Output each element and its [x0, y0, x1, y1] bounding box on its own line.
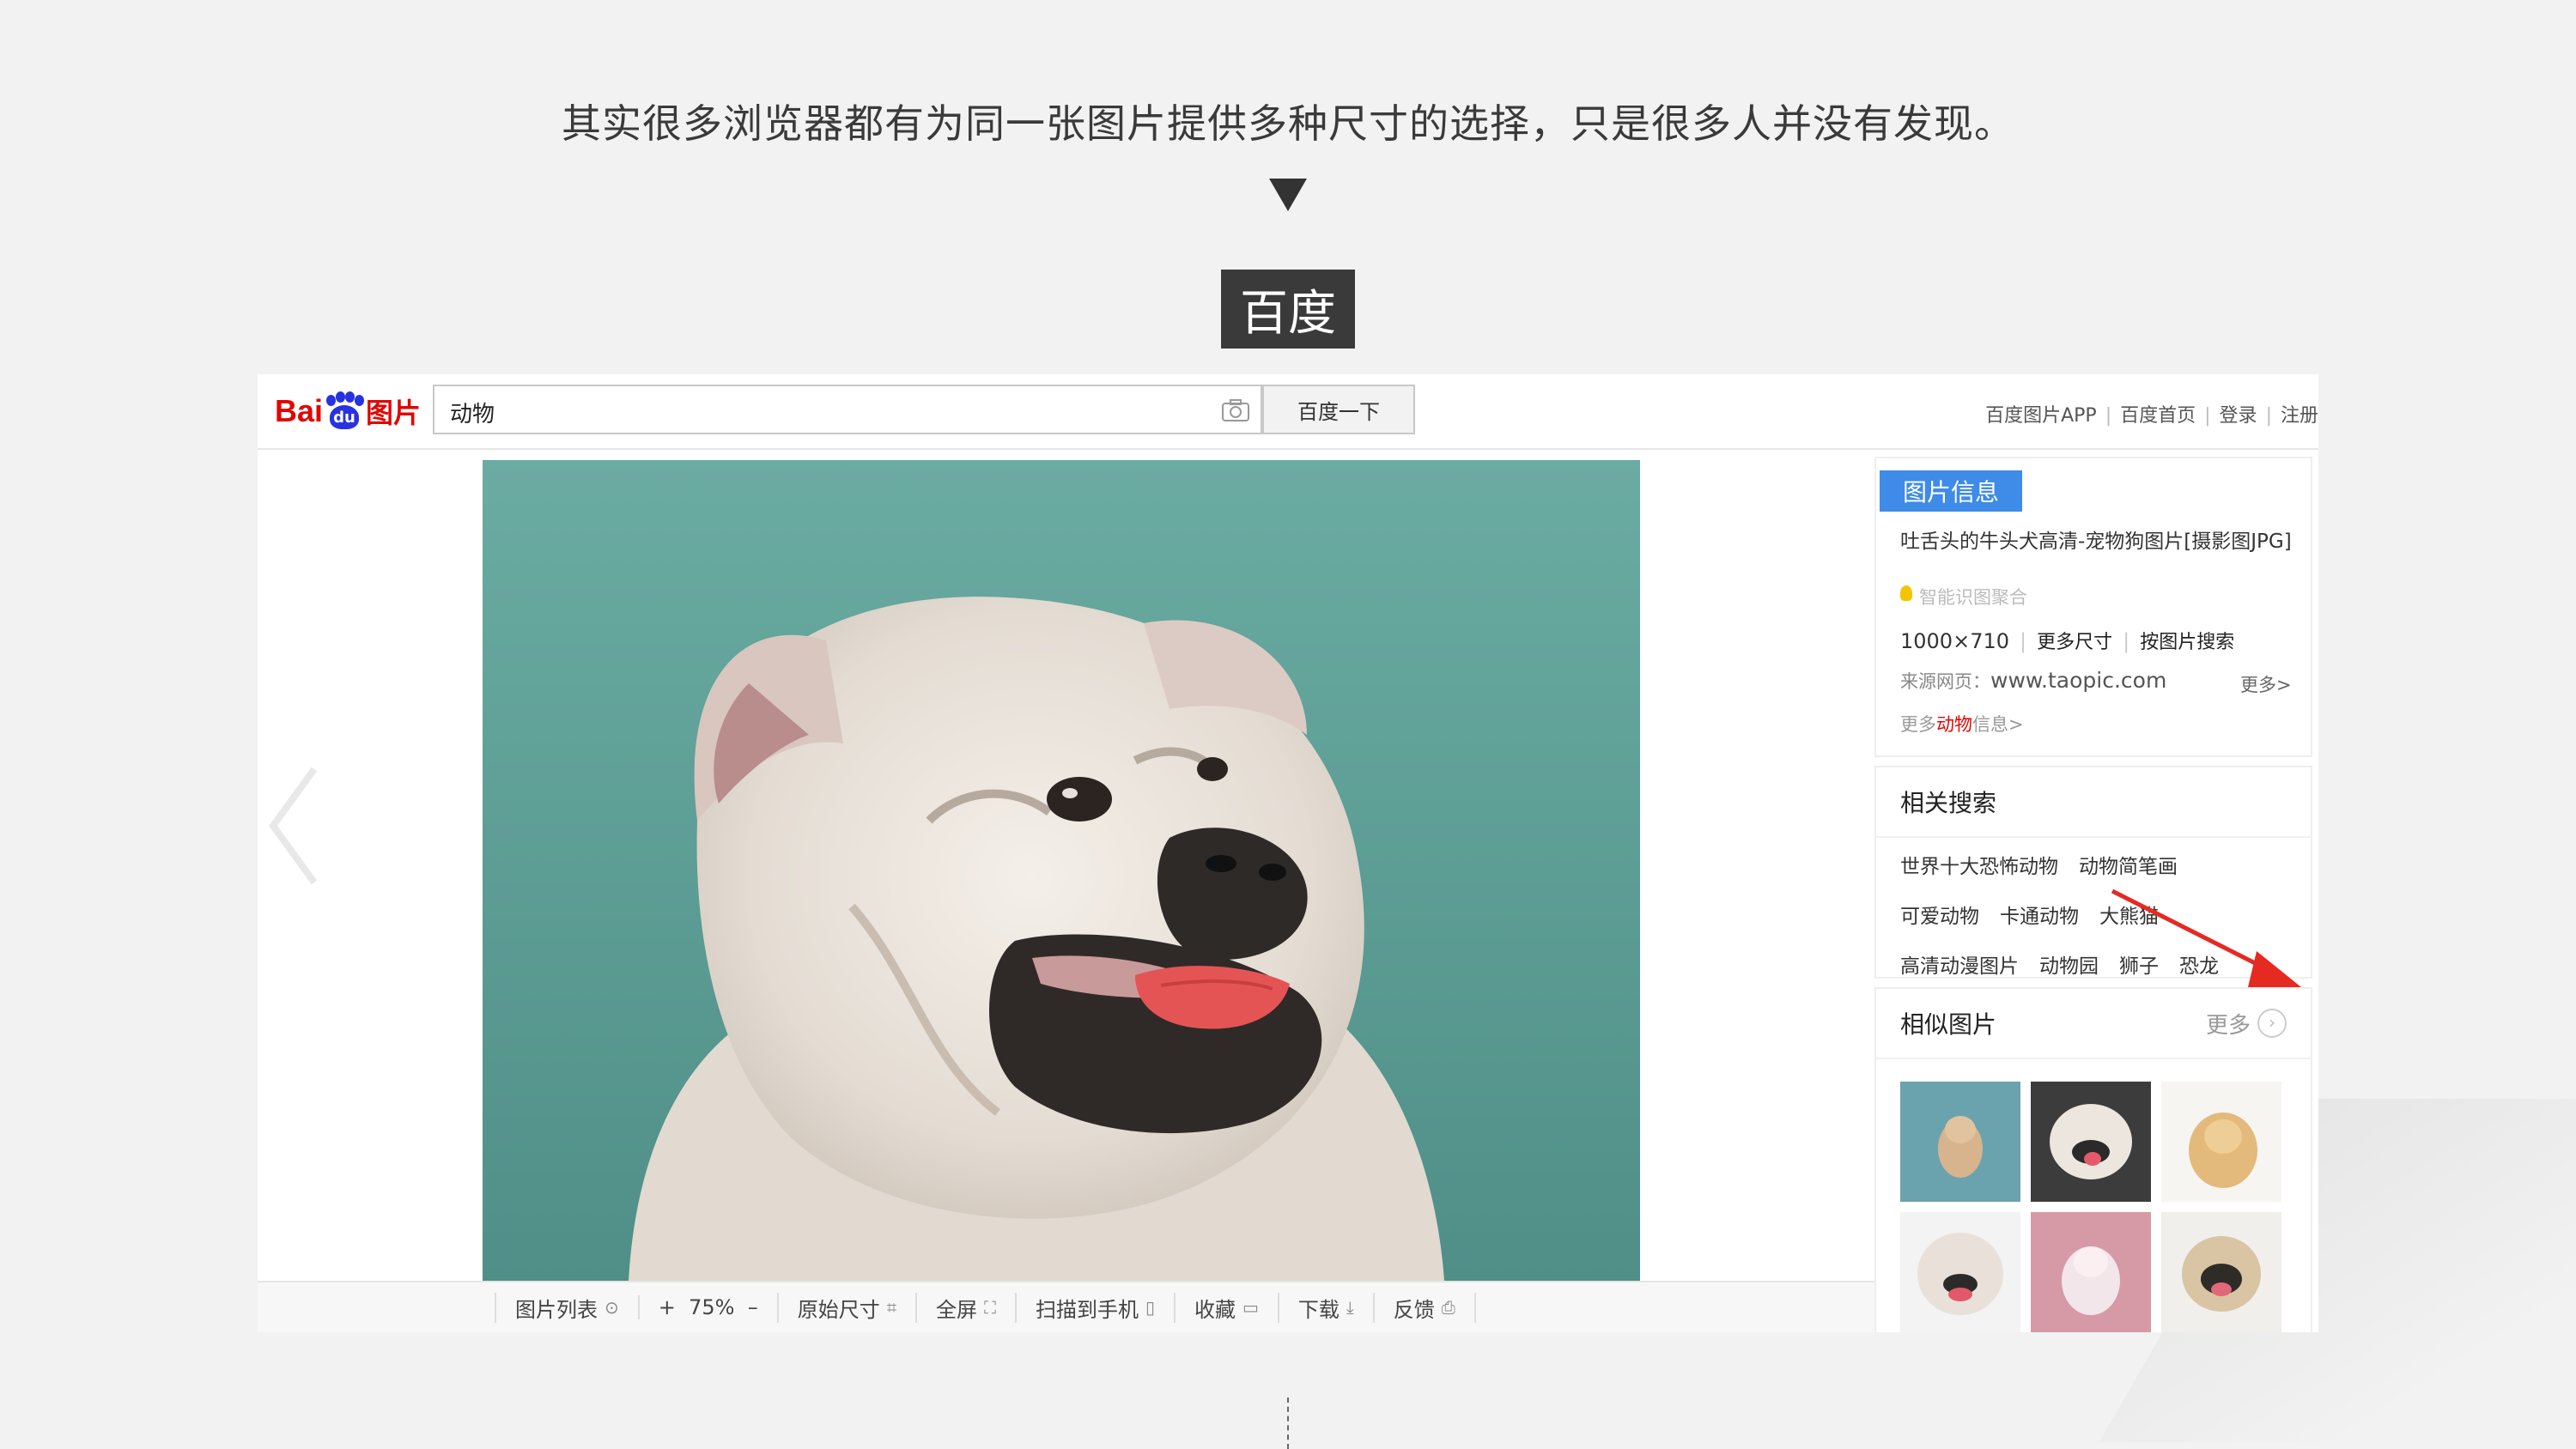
image-info-card: 图片信息 吐舌头的牛头犬高清-宠物狗图片[摄影图JPG] 智能识图聚合 1000… — [1874, 457, 2312, 757]
phone-icon: ▯ — [1145, 1297, 1156, 1318]
toolbar-fullscreen-label: 全屏 — [936, 1297, 977, 1322]
ai-aggregate-text: 智能识图聚合 — [1919, 587, 2027, 608]
similar-thumbnail[interactable] — [1900, 1082, 2020, 1202]
related-item[interactable]: 动物园 — [2039, 955, 2099, 978]
logo-pic-text: 图片 — [366, 397, 422, 429]
image-size: 1000×710 — [1900, 629, 2009, 653]
page-headline: 其实很多浏览器都有为同一张图片提供多种尺寸的选择，只是很多人并没有发现。 — [562, 100, 2014, 147]
similar-thumbnail[interactable] — [2031, 1082, 2151, 1202]
toolbar-scan-to-phone[interactable]: 扫描到手机 ▯ — [1015, 1292, 1174, 1323]
toolbar-original-size-label: 原始尺寸 — [797, 1297, 880, 1322]
bulb-icon — [1900, 585, 1912, 601]
toolbar-image-list[interactable]: 图片列表 ⊙ — [495, 1292, 638, 1323]
toolbar-original-size[interactable]: 原始尺寸 ⌗ — [776, 1292, 915, 1323]
logo-du-text: du — [330, 405, 360, 429]
similar-images-card: 相似图片 更多 › — [1874, 987, 2312, 1332]
site-label: 百度 — [1221, 270, 1355, 349]
similar-thumbnail[interactable] — [2161, 1082, 2281, 1202]
bulldog-photo — [483, 460, 1640, 1281]
toolbar-feedback-label: 反馈 — [1393, 1297, 1435, 1322]
similar-more-label: 更多 — [2205, 1012, 2251, 1039]
link-home[interactable]: 百度首页 — [2120, 405, 2196, 427]
toolbar-feedback[interactable]: 反馈 ⎙ — [1372, 1292, 1476, 1323]
related-title: 相关搜索 — [1876, 767, 2311, 838]
more-info-suffix: 信息> — [1972, 714, 2024, 735]
toolbar-favorite-label: 收藏 — [1194, 1297, 1236, 1322]
similar-thumbnails — [1876, 1059, 2311, 1332]
related-item[interactable]: 可爱动物 — [1900, 906, 1979, 928]
related-item[interactable]: 高清动漫图片 — [1900, 955, 2019, 978]
toolbar-favorite[interactable]: 收藏 ▭ — [1174, 1292, 1278, 1323]
camera-icon[interactable] — [1221, 398, 1250, 422]
paw-icon: du — [325, 391, 365, 431]
red-pointer-arrow-icon — [2111, 889, 2301, 987]
fullscreen-icon: ⛶ — [984, 1297, 996, 1318]
more-sizes-link[interactable]: 更多尺寸 — [2037, 632, 2112, 653]
toolbar-scan-label: 扫描到手机 — [1036, 1297, 1139, 1322]
more-info-link[interactable]: 更多动物信息> — [1900, 711, 2024, 737]
related-item[interactable]: 卡通动物 — [2000, 906, 2079, 928]
similar-thumbnail[interactable] — [2031, 1212, 2151, 1332]
search-query: 动物 — [450, 402, 495, 427]
download-icon: ⤓ — [1346, 1297, 1354, 1318]
search-input[interactable]: 动物 — [433, 385, 1262, 434]
image-viewer: 图片列表 ⊙ + 75% – 原始尺寸 ⌗ 全屏 ⛶ 扫描到手机 ▯ 收藏 ▭ 下载 ⤓ 反… — [258, 457, 2123, 1332]
baidu-image-screenshot: Bai du 图片 动物 百度一下 百度图片APP | 百度首页 | 登录 | 注册 — [258, 374, 2318, 1332]
source-label: 来源网页： — [1900, 671, 1990, 692]
top-links: 百度图片APP | 百度首页 | 登录 | 注册 — [1985, 405, 2318, 427]
toolbar-zoom[interactable]: + 75% – — [637, 1295, 777, 1319]
similar-title: 相似图片 — [1900, 1010, 1997, 1039]
similar-thumbnail[interactable] — [2161, 1212, 2281, 1332]
link-login[interactable]: 登录 — [2220, 405, 2257, 427]
down-arrow-icon — [1269, 179, 1307, 211]
top-bar: Bai du 图片 动物 百度一下 百度图片APP | 百度首页 | 登录 | 注册 — [258, 374, 2318, 450]
image-info-tag: 图片信息 — [1880, 470, 2022, 512]
related-item[interactable]: 世界十大恐怖动物 — [1900, 856, 2058, 878]
image-title[interactable]: 吐舌头的牛头犬高清-宠物狗图片[摄影图JPG] — [1900, 527, 2295, 556]
link-register[interactable]: 注册 — [2281, 405, 2318, 427]
toolbar-download[interactable]: 下载 ⤓ — [1277, 1292, 1373, 1323]
feedback-icon: ⎙ — [1441, 1297, 1455, 1318]
related-row: 世界十大恐怖动物 动物简笔画 — [1900, 850, 2287, 879]
dashed-divider — [1287, 1397, 1289, 1449]
folder-icon: ▭ — [1242, 1297, 1259, 1318]
search-by-image-link[interactable]: 按图片搜索 — [2140, 632, 2234, 653]
toolbar-zoom-label: + 75% – — [658, 1295, 758, 1319]
similar-thumbnail[interactable] — [1900, 1212, 2020, 1332]
up-circle-icon: ⊙ — [605, 1297, 619, 1318]
baidu-image-logo[interactable]: Bai du 图片 — [275, 386, 421, 436]
source-more-link[interactable]: 更多> — [2240, 671, 2292, 697]
chevron-right-icon: › — [2257, 1009, 2287, 1038]
toolbar-image-list-label: 图片列表 — [515, 1297, 598, 1322]
link-app[interactable]: 百度图片APP — [1985, 405, 2097, 427]
source-row: 来源网页：www.taopic.com — [1900, 668, 2166, 694]
search-button[interactable]: 百度一下 — [1262, 385, 1415, 434]
source-url[interactable]: www.taopic.com — [1990, 668, 2166, 693]
resize-icon: ⌗ — [886, 1297, 896, 1318]
logo-bai-text: Bai — [275, 393, 324, 428]
more-info-keyword: 动物 — [1936, 714, 1972, 735]
toolbar-fullscreen[interactable]: 全屏 ⛶ — [915, 1292, 1015, 1323]
size-row: 1000×710 | 更多尺寸 | 按图片搜索 — [1900, 629, 2235, 653]
more-info-prefix: 更多 — [1900, 714, 1936, 735]
related-item[interactable]: 动物简笔画 — [2079, 856, 2178, 878]
prev-arrow-icon[interactable] — [268, 766, 319, 886]
viewer-toolbar: 图片列表 ⊙ + 75% – 原始尺寸 ⌗ 全屏 ⛶ 扫描到手机 ▯ 收藏 ▭ 下载 ⤓ 反… — [258, 1281, 2123, 1332]
toolbar-download-label: 下载 — [1297, 1297, 1340, 1322]
similar-more-link[interactable]: 更多 › — [2206, 1008, 2287, 1040]
